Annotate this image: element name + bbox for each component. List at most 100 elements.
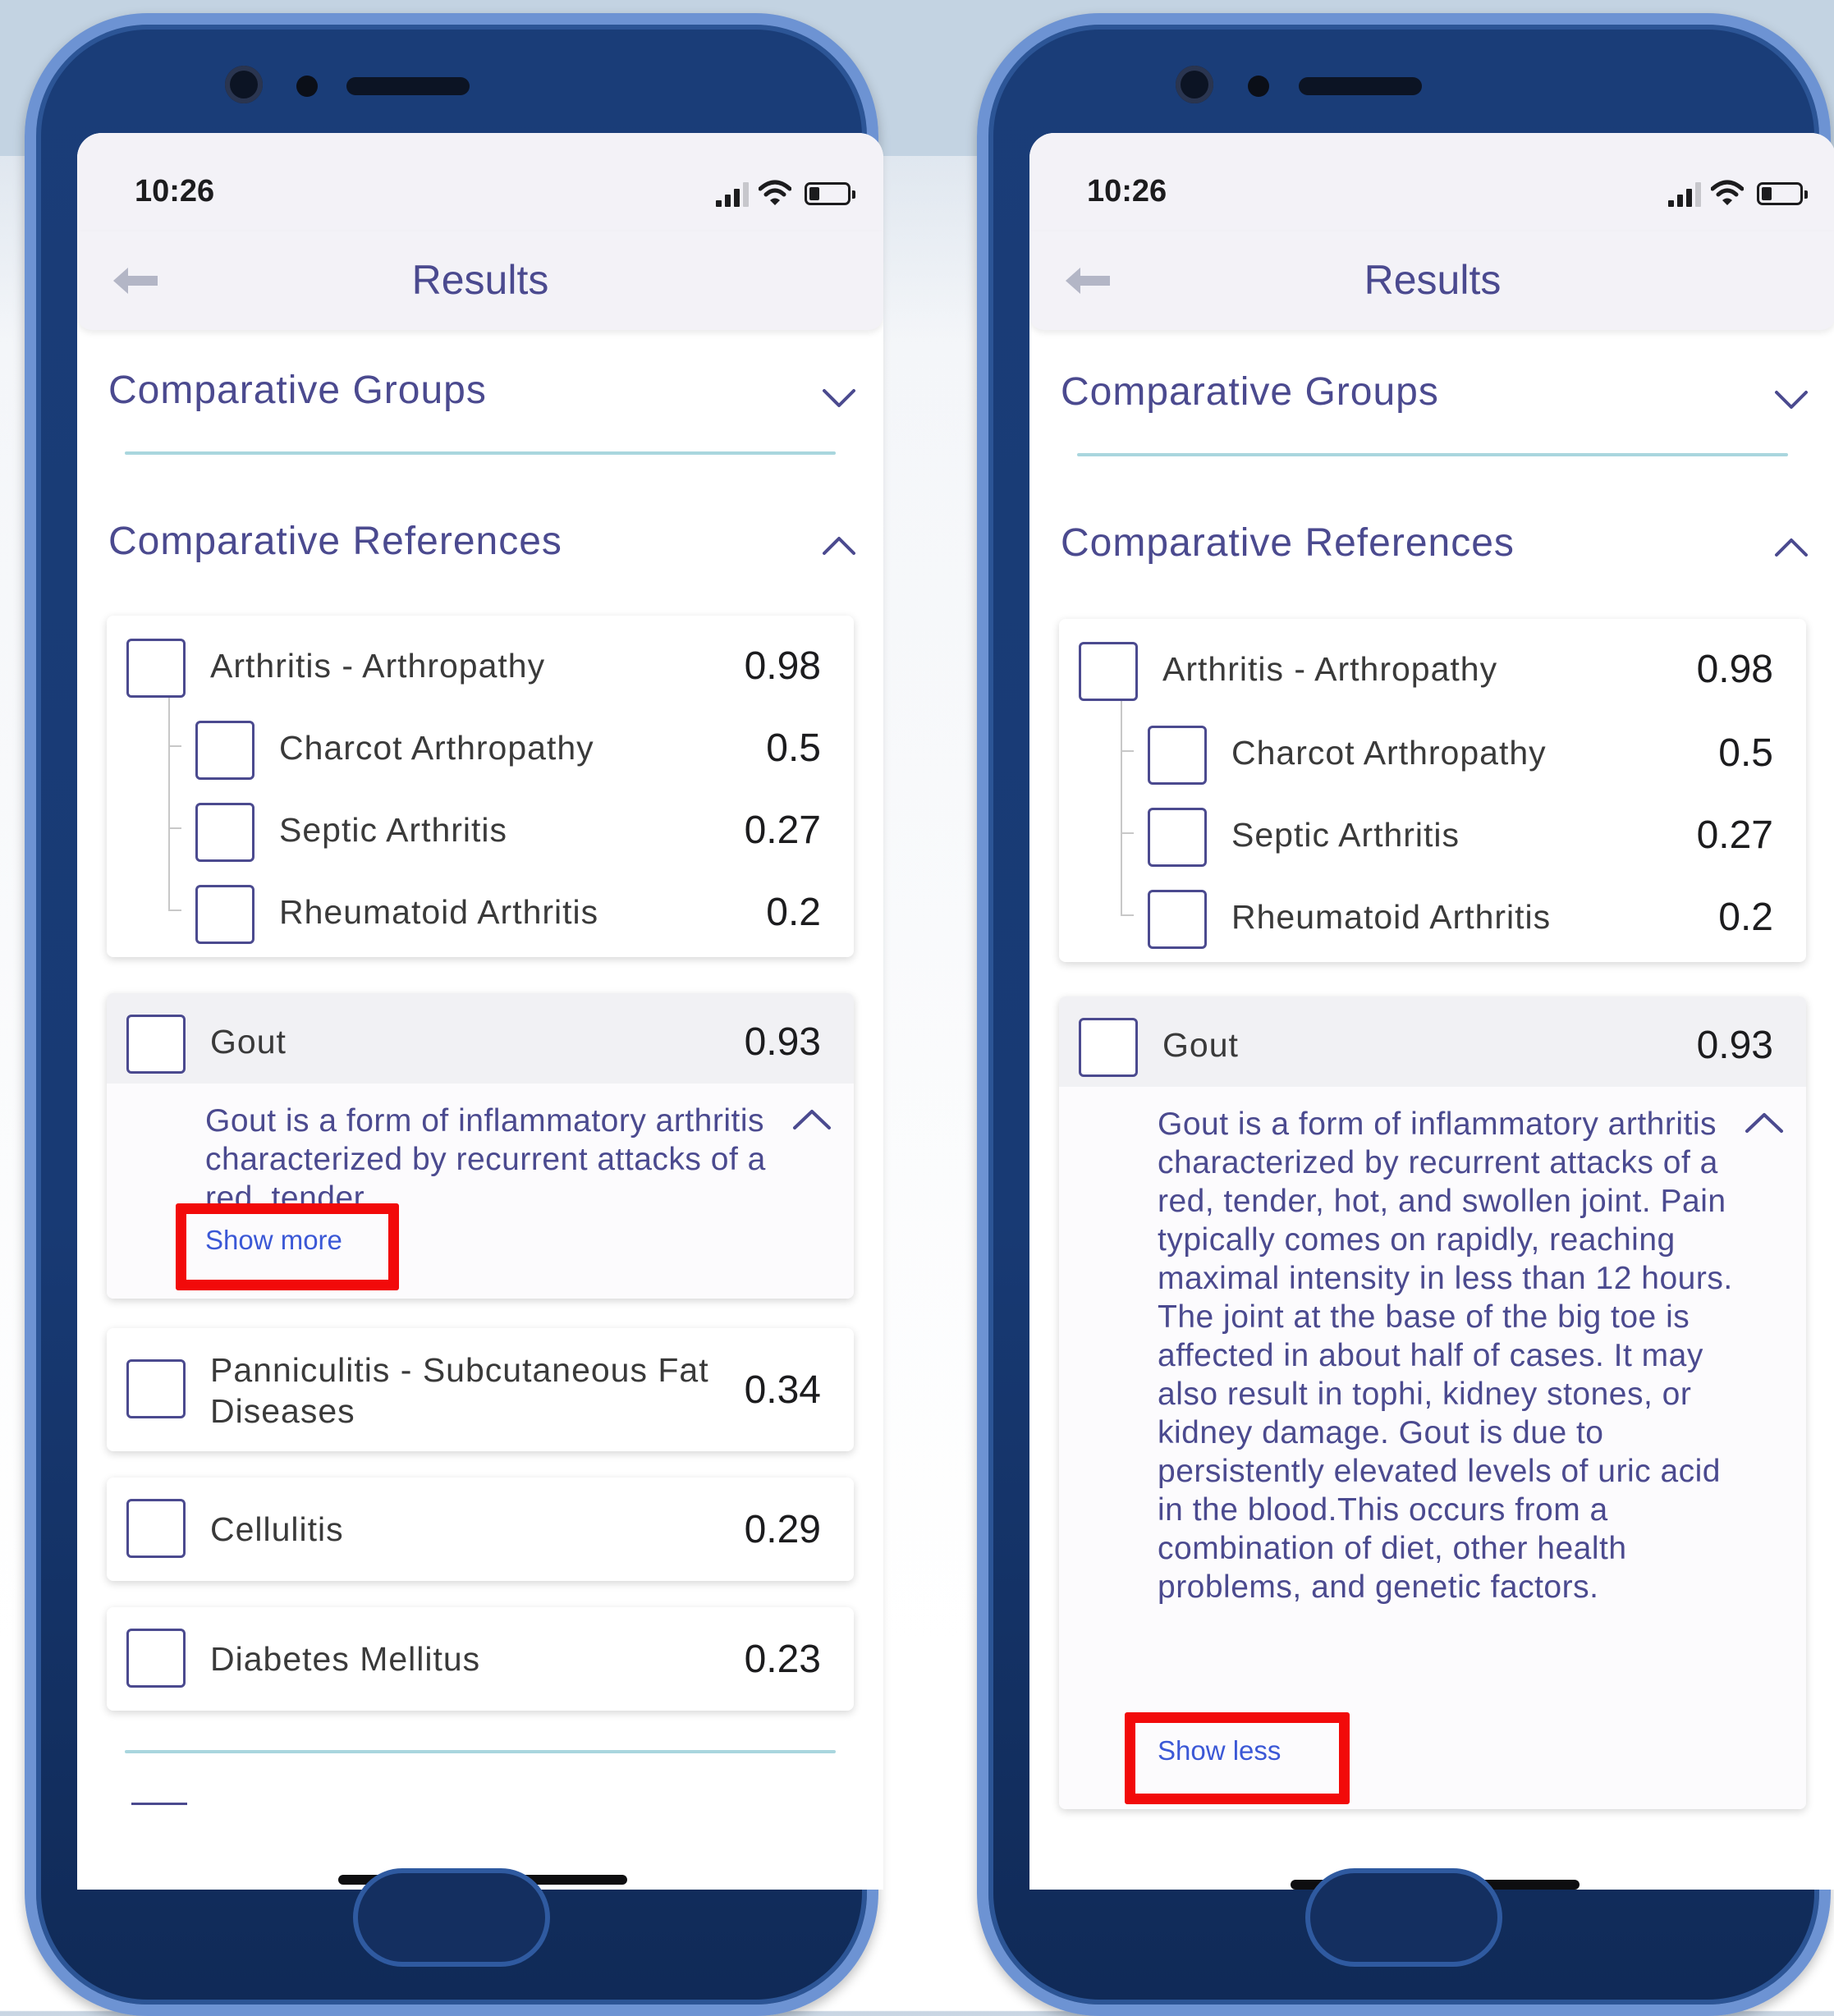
front-camera: [1176, 66, 1213, 103]
reference-score: 0.5: [766, 726, 821, 770]
proximity-sensor: [1248, 76, 1269, 97]
battery-icon: [1757, 182, 1808, 205]
comparative-references-title[interactable]: Comparative References: [1061, 520, 1515, 566]
arthritis-group-card: Arthritis - Arthropathy 0.98 Charcot Art…: [1059, 619, 1806, 962]
gout-description: Gout is a form of inflammatory arthritis…: [205, 1103, 766, 1216]
list-item: Septic Arthritis 0.27: [107, 785, 854, 867]
reference-label: Rheumatoid Arthritis: [1231, 898, 1552, 936]
page-title: Results: [411, 257, 549, 303]
chevron-up-icon[interactable]: [1773, 535, 1809, 560]
list-item: Gout 0.93: [1059, 1000, 1806, 1082]
page-title: Results: [1364, 257, 1502, 303]
reference-label: Panniculitis - Subcutaneous Fat Diseases: [210, 1351, 709, 1430]
front-camera: [225, 66, 263, 103]
wifi-icon: [759, 180, 791, 205]
reference-label: Diabetes Mellitus: [210, 1640, 481, 1678]
reference-label: Cellulitis: [210, 1510, 344, 1548]
wifi-icon: [1711, 180, 1744, 205]
reference-label: Gout: [1162, 1026, 1239, 1064]
chevron-up-icon[interactable]: [821, 534, 857, 558]
comparative-groups-title[interactable]: Comparative Groups: [108, 368, 487, 413]
header-bar: Results: [77, 231, 883, 330]
list-item: Charcot Arthropathy 0.5: [1059, 708, 1806, 790]
highlight-box: [176, 1203, 399, 1290]
reference-checkbox[interactable]: [1079, 1018, 1138, 1077]
reference-score: 0.29: [744, 1508, 821, 1551]
list-item: Gout 0.93: [107, 997, 854, 1079]
cellular-signal-icon: [1668, 182, 1706, 207]
status-time: 10:26: [135, 174, 215, 208]
reference-label: Charcot Arthropathy: [1231, 734, 1547, 772]
cellular-signal-icon: [716, 182, 754, 207]
list-item: Rheumatoid Arthritis 0.2: [107, 867, 854, 949]
reference-label: Septic Arthritis: [279, 811, 508, 849]
reference-label: Arthritis - Arthropathy: [210, 647, 546, 685]
status-bar: 10:26: [77, 133, 883, 231]
reference-score: 0.27: [744, 809, 821, 852]
gout-card: Gout 0.93 Gout is a form of inflammatory…: [1059, 997, 1806, 1809]
reference-score: 0.27: [1696, 813, 1773, 857]
list-item: Arthritis - Arthropathy 0.98: [107, 621, 854, 703]
reference-checkbox[interactable]: [1148, 808, 1207, 867]
chevron-down-icon[interactable]: [821, 386, 857, 410]
section-divider: [125, 1750, 836, 1753]
status-time: 10:26: [1087, 174, 1167, 208]
chevron-down-icon[interactable]: [1773, 387, 1809, 412]
earpiece-speaker: [346, 77, 470, 95]
reference-checkbox[interactable]: [195, 721, 254, 780]
screen-left: 10:26 Results Comparative Groups Compara…: [77, 133, 883, 1890]
list-item: Rheumatoid Arthritis 0.2: [1059, 872, 1806, 954]
proximity-sensor: [296, 76, 318, 97]
reference-checkbox[interactable]: [195, 885, 254, 944]
reference-score: 0.93: [1696, 1024, 1773, 1067]
chevron-up-icon[interactable]: [791, 1107, 832, 1133]
earpiece-speaker: [1299, 77, 1422, 95]
list-item: Charcot Arthropathy 0.5: [107, 703, 854, 785]
phone-frame-left: 10:26 Results Comparative Groups Compara…: [25, 13, 883, 2016]
hardware-home-button[interactable]: [353, 1868, 550, 1967]
reference-checkbox[interactable]: [195, 803, 254, 862]
gout-description: Gout is a form of inflammatory arthritis…: [1158, 1107, 1733, 1605]
reference-label: Septic Arthritis: [1231, 816, 1460, 854]
reference-score: 0.5: [1718, 731, 1773, 775]
reference-score: 0.2: [1718, 896, 1773, 939]
list-item: Arthritis - Arthropathy 0.98: [1059, 624, 1806, 706]
header-bar: Results: [1029, 231, 1834, 330]
screen-right: 10:26 Results Comparative Groups Compara…: [1029, 133, 1834, 1890]
reference-label: Charcot Arthropathy: [279, 729, 594, 767]
status-bar: 10:26: [1029, 133, 1834, 231]
comparative-groups-title[interactable]: Comparative Groups: [1061, 369, 1439, 415]
reference-card: Cellulitis 0.29: [107, 1478, 854, 1581]
reference-card: Panniculitis - Subcutaneous Fat Diseases…: [107, 1328, 854, 1451]
reference-checkbox[interactable]: [126, 1629, 186, 1688]
highlight-box: [1125, 1712, 1350, 1804]
reference-score: 0.2: [766, 891, 821, 934]
reference-label: Arthritis - Arthropathy: [1162, 650, 1498, 688]
phone-frame-right: 10:26 Results Comparative Groups Compara…: [977, 13, 1834, 2016]
reference-checkbox[interactable]: [1148, 890, 1207, 949]
hardware-home-button[interactable]: [1305, 1868, 1502, 1967]
gout-card: Gout 0.93 Gout is a form of inflammatory…: [107, 993, 854, 1299]
chevron-up-icon[interactable]: [1744, 1110, 1785, 1136]
comparative-references-title[interactable]: Comparative References: [108, 519, 562, 564]
arthritis-group-card: Arthritis - Arthropathy 0.98 Charcot Art…: [107, 616, 854, 957]
reference-checkbox[interactable]: [126, 1359, 186, 1418]
reference-checkbox[interactable]: [1148, 726, 1207, 785]
reference-checkbox[interactable]: [126, 1015, 186, 1074]
reference-label: Gout: [210, 1023, 287, 1061]
section-divider: [125, 451, 836, 455]
reference-score: 0.98: [1696, 648, 1773, 691]
reference-card: Diabetes Mellitus 0.23: [107, 1607, 854, 1711]
reference-score: 0.34: [744, 1368, 821, 1412]
reference-label: Rheumatoid Arthritis: [279, 893, 599, 931]
battery-icon: [805, 182, 855, 205]
reference-checkbox[interactable]: [126, 639, 186, 698]
section-divider: [1077, 453, 1788, 456]
section-divider: [131, 1803, 187, 1805]
reference-score: 0.23: [744, 1638, 821, 1681]
reference-checkbox[interactable]: [126, 1499, 186, 1558]
reference-checkbox[interactable]: [1079, 642, 1138, 701]
list-item: Septic Arthritis 0.27: [1059, 790, 1806, 872]
reference-score: 0.98: [744, 644, 821, 688]
reference-score: 0.93: [744, 1020, 821, 1064]
